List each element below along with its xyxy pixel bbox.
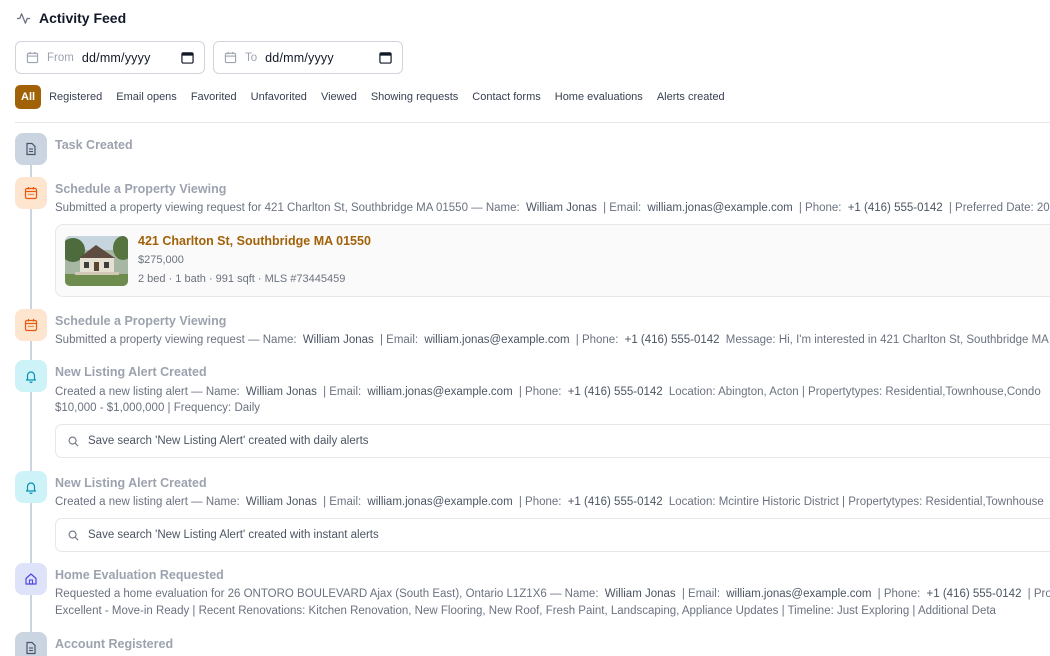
event-description: Created a new listing alert — Name: Will… bbox=[55, 496, 1044, 508]
filter-chip-alerts-created[interactable]: Alerts created bbox=[651, 85, 731, 109]
from-date-input[interactable]: From dd/mm/yyyy bbox=[15, 41, 205, 74]
desc-text: | Email: bbox=[603, 202, 642, 214]
filter-chip-all[interactable]: All bbox=[15, 85, 42, 109]
filter-chip-favorited[interactable]: Favorited bbox=[185, 85, 243, 109]
event-title: Task Created bbox=[55, 138, 133, 152]
saved-search-box[interactable]: Save search 'New Listing Alert' created … bbox=[55, 424, 1050, 458]
event-description: Submitted a property viewing request — N… bbox=[55, 334, 1049, 346]
contact-name: William Jonas bbox=[245, 386, 317, 398]
search-icon bbox=[68, 530, 79, 540]
desc-text: | Email: bbox=[681, 588, 721, 600]
desc-text: Location: Mcintire Historic District | P… bbox=[668, 496, 1044, 508]
contact-phone: +1 (416) 555-0142 bbox=[847, 202, 943, 214]
bell-icon bbox=[15, 471, 47, 503]
property-specs: 2 bed · 1 bath · 991 sqft · MLS #7344545… bbox=[138, 273, 346, 285]
event-title: Account Registered bbox=[55, 637, 174, 651]
desc-text: Submitted a property viewing request — N… bbox=[55, 334, 297, 346]
desc-text: | Email: bbox=[323, 386, 362, 398]
contact-phone: +1 (416) 555-0142 bbox=[926, 588, 1022, 600]
event-description: Created a new listing alert — Name: Will… bbox=[55, 386, 1041, 398]
event-description-line2: Excellent - Move-in Ready | Recent Renov… bbox=[55, 605, 996, 617]
contact-email: william.jonas@example.com bbox=[367, 386, 513, 398]
filter-chip-registered[interactable]: Registered bbox=[43, 85, 108, 109]
desc-text: | Phone: bbox=[798, 202, 842, 214]
page-title: Activity Feed bbox=[39, 10, 127, 26]
calendar-icon bbox=[15, 309, 47, 341]
calendar-icon bbox=[26, 51, 39, 64]
document-icon bbox=[15, 133, 47, 165]
desc-text: | Phone: bbox=[575, 334, 619, 346]
divider bbox=[15, 122, 1050, 123]
contact-phone: +1 (416) 555-0142 bbox=[624, 334, 720, 346]
home-icon bbox=[15, 563, 47, 595]
saved-search-text: Save search 'New Listing Alert' created … bbox=[88, 529, 379, 541]
desc-text: Submitted a property viewing request for… bbox=[55, 202, 520, 214]
search-icon bbox=[68, 436, 79, 446]
filter-chip-viewed[interactable]: Viewed bbox=[315, 85, 363, 109]
desc-text: Requested a home evaluation for 26 ONTOR… bbox=[55, 588, 599, 600]
to-date-input[interactable]: To dd/mm/yyyy bbox=[213, 41, 403, 74]
activity-icon bbox=[16, 12, 31, 24]
event-description: Requested a home evaluation for 26 ONTOR… bbox=[55, 588, 1050, 600]
desc-text: | Preferred Date: 20 bbox=[948, 202, 1050, 214]
contact-name: William Jonas bbox=[302, 334, 374, 346]
contact-name: William Jonas bbox=[245, 496, 317, 508]
desc-text: Message: Hi, I'm interested in 421 Charl… bbox=[725, 334, 1049, 346]
contact-name: William Jonas bbox=[525, 202, 597, 214]
contact-phone: +1 (416) 555-0142 bbox=[567, 386, 663, 398]
saved-search-text: Save search 'New Listing Alert' created … bbox=[88, 435, 369, 447]
desc-text: | Phone: bbox=[877, 588, 921, 600]
desc-text: | Phone: bbox=[518, 496, 562, 508]
contact-phone: +1 (416) 555-0142 bbox=[567, 496, 663, 508]
property-card[interactable]: 421 Charlton St, Southbridge MA 01550 $2… bbox=[55, 224, 1050, 297]
desc-text: | Prope bbox=[1027, 588, 1050, 600]
calendar-icon bbox=[224, 51, 237, 64]
desc-text: | Phone: bbox=[518, 386, 562, 398]
filter-chip-home-evaluations[interactable]: Home evaluations bbox=[549, 85, 649, 109]
filter-chip-showing-requests[interactable]: Showing requests bbox=[365, 85, 464, 109]
calendar-picker-icon[interactable] bbox=[181, 51, 194, 64]
contact-name: William Jonas bbox=[604, 588, 676, 600]
filter-chip-contact-forms[interactable]: Contact forms bbox=[466, 85, 546, 109]
event-title: New Listing Alert Created bbox=[55, 476, 207, 490]
desc-text: | Email: bbox=[379, 334, 419, 346]
bell-icon bbox=[15, 360, 47, 392]
filter-chip-email-opens[interactable]: Email opens bbox=[110, 85, 183, 109]
event-description: Submitted a property viewing request for… bbox=[55, 202, 1050, 214]
event-title: New Listing Alert Created bbox=[55, 365, 207, 379]
calendar-picker-icon[interactable] bbox=[379, 51, 392, 64]
desc-text: Location: Abington, Acton | Propertytype… bbox=[668, 386, 1041, 398]
saved-search-box[interactable]: Save search 'New Listing Alert' created … bbox=[55, 518, 1050, 552]
to-value: dd/mm/yyyy bbox=[265, 50, 334, 65]
property-thumbnail bbox=[65, 236, 128, 286]
desc-text: | Email: bbox=[323, 496, 362, 508]
contact-email: william.jonas@example.com bbox=[424, 334, 570, 346]
event-title: Schedule a Property Viewing bbox=[55, 314, 227, 328]
filter-chips: All Registered Email opens Favorited Unf… bbox=[15, 85, 731, 109]
to-label: To bbox=[245, 51, 258, 64]
desc-text: Created a new listing alert — Name: bbox=[55, 496, 240, 508]
desc-text: Created a new listing alert — Name: bbox=[55, 386, 240, 398]
activity-feed-header: Activity Feed bbox=[16, 10, 126, 26]
contact-email: william.jonas@example.com bbox=[647, 202, 793, 214]
event-description-line2: $10,000 - $1,000,000 | Frequency: Daily bbox=[55, 402, 261, 414]
event-title: Schedule a Property Viewing bbox=[55, 182, 227, 196]
from-label: From bbox=[47, 51, 74, 64]
property-address[interactable]: 421 Charlton St, Southbridge MA 01550 bbox=[138, 234, 371, 248]
contact-email: william.jonas@example.com bbox=[726, 588, 872, 600]
property-price: $275,000 bbox=[138, 254, 184, 266]
event-title: Home Evaluation Requested bbox=[55, 568, 224, 582]
document-icon bbox=[15, 632, 47, 656]
calendar-icon bbox=[15, 177, 47, 209]
from-value: dd/mm/yyyy bbox=[81, 50, 151, 65]
contact-email: william.jonas@example.com bbox=[367, 496, 513, 508]
filter-chip-unfavorited[interactable]: Unfavorited bbox=[245, 85, 313, 109]
